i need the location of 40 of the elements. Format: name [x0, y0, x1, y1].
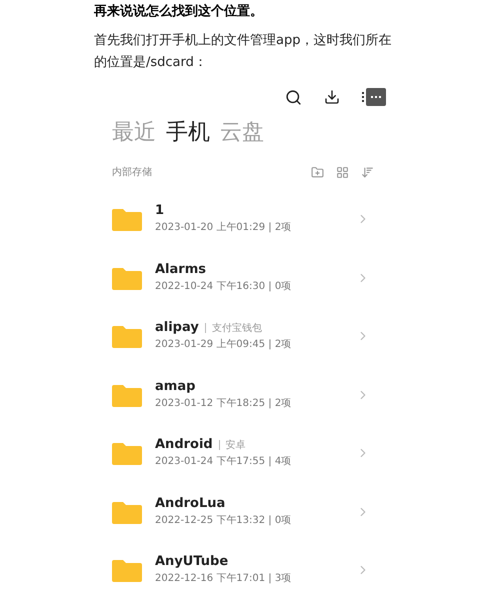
- folder-alias: 支付宝钱包: [212, 322, 262, 336]
- folder-name: AndroLua: [155, 494, 226, 513]
- folder-icon: [112, 558, 142, 582]
- folder-row[interactable]: AndroLua 2022-12-25 下午13:32 | 0项: [108, 482, 388, 541]
- download-icon[interactable]: [324, 89, 340, 105]
- folder-details: 2023-01-12 下午18:25 | 2项: [155, 396, 292, 411]
- folder-details: 2023-01-20 上午01:29 | 2项: [155, 220, 292, 236]
- folder-row[interactable]: Android 安卓 2023-01-24 下午17:55 | 4项: [108, 424, 388, 482]
- folder-details: 2022-10-24 下午16:30 | 0项: [155, 280, 292, 294]
- folder-icon: [112, 324, 142, 348]
- folder-row[interactable]: amap 2023-01-12 下午18:25 | 2项: [108, 366, 388, 424]
- folder-details: 2023-01-29 上午09:45 | 2项: [155, 338, 292, 352]
- article-paragraph: 首先我们打开手机上的文件管理app，这时我们所在的位置是/sdcard：: [94, 32, 392, 72]
- sort-icon[interactable]: [361, 166, 374, 178]
- storage-label: 内部存储: [112, 166, 153, 180]
- article-heading: 再来说说怎么找到这个位置。: [94, 2, 264, 21]
- folder-details: 2022-12-16 下午17:01 | 3项: [155, 572, 292, 586]
- folder-details: 2022-12-25 下午13:32 | 0项: [155, 514, 292, 528]
- more-icon[interactable]: [362, 88, 386, 106]
- folder-details: 2023-01-24 下午17:55 | 4项: [155, 455, 292, 470]
- folder-alias: 安卓: [226, 438, 246, 453]
- folder-name: AnyUTube: [155, 553, 228, 572]
- folder-icon: [112, 382, 142, 407]
- folder-row[interactable]: alipay 支付宝钱包 2023-01-29 上午09:45 | 2项: [108, 307, 388, 366]
- new-folder-icon[interactable]: [311, 166, 324, 178]
- folder-row[interactable]: Alarms 2022-10-24 下午16:30 | 0项: [108, 248, 388, 307]
- folder-name: amap: [155, 378, 196, 396]
- folder-icon: [112, 441, 142, 466]
- search-icon[interactable]: [285, 88, 302, 106]
- folder-name: Android: [155, 436, 213, 454]
- folder-name: 1: [155, 202, 164, 220]
- folder-name: alipay: [155, 319, 199, 338]
- grid-icon[interactable]: [336, 166, 349, 178]
- folder-name: Alarms: [155, 260, 206, 279]
- folder-icon: [112, 266, 142, 290]
- tab[interactable]: 手机: [166, 118, 210, 148]
- folder-icon: [112, 207, 142, 232]
- folder-icon: [112, 500, 142, 524]
- folder-row[interactable]: 1 2023-01-20 上午01:29 | 2项: [108, 190, 388, 248]
- folder-row[interactable]: AnyUTube 2022-12-16 下午17:01 | 3项: [108, 541, 388, 600]
